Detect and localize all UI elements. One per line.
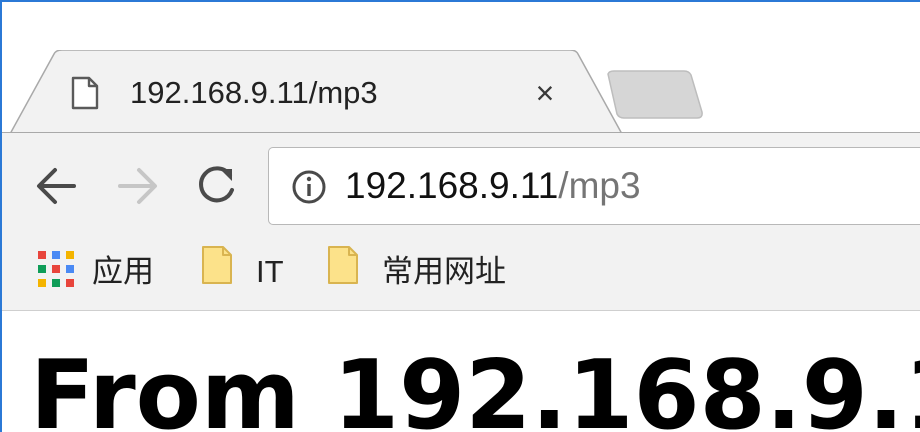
folder-icon bbox=[202, 246, 232, 284]
bookmark-folder-common[interactable]: 常用网址 bbox=[326, 239, 536, 309]
folder-icon bbox=[328, 246, 358, 284]
reload-button[interactable] bbox=[192, 160, 242, 210]
url-host: 192.168.9.11 bbox=[345, 165, 559, 206]
bookmark-apps[interactable]: 应用 bbox=[38, 239, 168, 309]
tab-title: 192.168.9.11/mp3 bbox=[130, 75, 378, 110]
apps-grid-icon bbox=[38, 251, 74, 287]
url-path: /mp3 bbox=[558, 165, 641, 206]
address-bar[interactable]: 192.168.9.11/mp3 bbox=[268, 147, 920, 225]
back-button[interactable] bbox=[32, 161, 82, 211]
info-icon[interactable] bbox=[291, 169, 327, 205]
close-tab-icon[interactable]: × bbox=[528, 74, 562, 112]
new-tab-button[interactable] bbox=[602, 70, 704, 120]
arrow-left-icon bbox=[37, 168, 76, 204]
reload-icon bbox=[199, 166, 234, 203]
url-text[interactable]: 192.168.9.11/mp3 bbox=[345, 164, 641, 208]
bookmarks-bar: 应用 IT 常用网址 bbox=[0, 239, 920, 309]
page-content: From 192.168.9.13 bbox=[0, 311, 920, 432]
arrow-right-icon bbox=[118, 168, 157, 204]
bookmark-folder-it[interactable]: IT bbox=[200, 239, 300, 309]
bookmark-apps-label: 应用 bbox=[92, 254, 154, 289]
forward-button[interactable] bbox=[112, 161, 162, 211]
tab-strip: 192.168.9.11/mp3 × bbox=[0, 0, 920, 136]
bookmark-label: 常用网址 bbox=[382, 254, 506, 289]
page-icon bbox=[71, 76, 99, 110]
toolbar: 192.168.9.11/mp3 应用 IT 常用网址 bbox=[0, 133, 920, 311]
bookmark-label: IT bbox=[256, 254, 284, 289]
page-heading: From 192.168.9.13 bbox=[30, 341, 920, 432]
